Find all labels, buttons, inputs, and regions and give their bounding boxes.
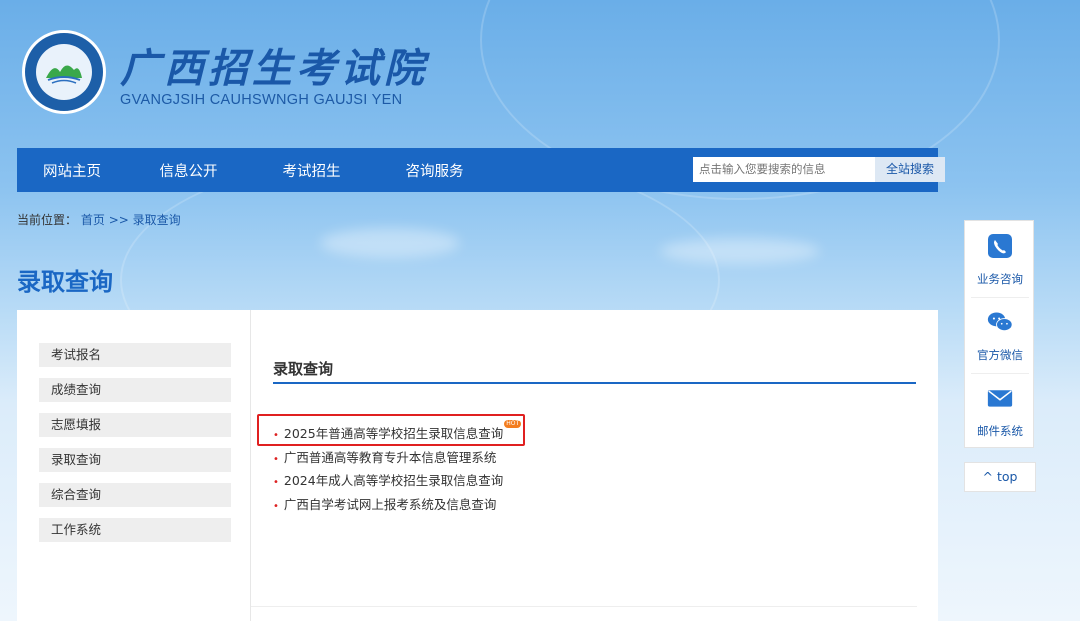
link-text[interactable]: 2025年普通高等学校招生录取信息查询 bbox=[284, 426, 503, 441]
content-title: 录取查询 bbox=[273, 360, 334, 378]
bullet-icon: • bbox=[273, 454, 279, 465]
floating-service-panel: 业务咨询 官方微信 邮件系统 bbox=[964, 220, 1034, 448]
sidebar-item-admission-query[interactable]: 录取查询 bbox=[39, 448, 231, 472]
main-navbar: 网站主页 信息公开 考试招生 咨询服务 全站搜索 bbox=[17, 148, 945, 192]
float-label: 官方微信 bbox=[977, 348, 1023, 362]
site-title: 广西招生考试院 bbox=[120, 45, 428, 92]
page-title: 录取查询 bbox=[17, 268, 113, 296]
sidebar: 考试报名 成绩查询 志愿填报 录取查询 综合查询 工作系统 bbox=[17, 310, 251, 621]
float-label: 邮件系统 bbox=[977, 424, 1023, 438]
bullet-icon: • bbox=[273, 501, 279, 512]
list-item[interactable]: • 广西自学考试网上报考系统及信息查询 bbox=[273, 494, 496, 513]
breadcrumb-separator: >> bbox=[108, 213, 129, 227]
top-label: top bbox=[996, 469, 1018, 484]
breadcrumb: 当前位置： 首页 >> 录取查询 bbox=[17, 211, 181, 228]
background-cloud bbox=[660, 238, 820, 264]
phone-icon bbox=[988, 234, 1012, 258]
bullet-icon: • bbox=[273, 477, 279, 488]
logo-emblem bbox=[36, 44, 92, 100]
nav-item-exam-admission[interactable]: 考试招生 bbox=[250, 160, 373, 181]
float-label: 业务咨询 bbox=[977, 272, 1023, 286]
background-cloud bbox=[320, 228, 460, 258]
float-item-consulting[interactable]: 业务咨询 bbox=[965, 221, 1035, 297]
link-text[interactable]: 广西自学考试网上报考系统及信息查询 bbox=[284, 497, 497, 512]
breadcrumb-home-link[interactable]: 首页 bbox=[81, 213, 105, 227]
sidebar-item-work-system[interactable]: 工作系统 bbox=[39, 518, 231, 542]
mail-icon bbox=[987, 390, 1013, 407]
float-item-mail[interactable]: 邮件系统 bbox=[965, 373, 1035, 449]
bullet-icon: • bbox=[273, 430, 279, 441]
wechat-icon bbox=[987, 312, 1013, 332]
site-logo[interactable] bbox=[22, 30, 106, 114]
content-bottom-divider bbox=[251, 606, 917, 607]
link-text[interactable]: 广西普通高等教育专升本信息管理系统 bbox=[284, 450, 497, 465]
list-item[interactable]: • 2025年普通高等学校招生录取信息查询HOT bbox=[273, 420, 522, 442]
float-item-wechat[interactable]: 官方微信 bbox=[965, 297, 1035, 373]
breadcrumb-current[interactable]: 录取查询 bbox=[133, 213, 181, 227]
main-panel: 考试报名 成绩查询 志愿填报 录取查询 综合查询 工作系统 录取查询 • 2025… bbox=[17, 310, 938, 621]
search-input[interactable] bbox=[693, 157, 875, 182]
site-subtitle: GVANGJSIH CAUHSWNGH GAUJSI YEN bbox=[120, 92, 403, 108]
nav-item-home[interactable]: 网站主页 bbox=[17, 160, 127, 181]
hot-badge: HOT bbox=[504, 420, 522, 428]
sidebar-item-application[interactable]: 志愿填报 bbox=[39, 413, 231, 437]
list-item[interactable]: • 广西普通高等教育专升本信息管理系统 bbox=[273, 447, 496, 466]
list-item[interactable]: • 2024年成人高等学校招生录取信息查询 bbox=[273, 470, 503, 489]
nav-item-consulting[interactable]: 咨询服务 bbox=[373, 160, 496, 181]
sidebar-item-score-query[interactable]: 成绩查询 bbox=[39, 378, 231, 402]
back-to-top-button[interactable]: ^ top bbox=[964, 462, 1036, 492]
sidebar-item-exam-registration[interactable]: 考试报名 bbox=[39, 343, 231, 367]
mountain-icon bbox=[46, 65, 82, 84]
breadcrumb-prefix: 当前位置： bbox=[17, 213, 78, 227]
link-text[interactable]: 2024年成人高等学校招生录取信息查询 bbox=[284, 473, 503, 488]
chevron-up-icon: ^ bbox=[982, 469, 993, 484]
sidebar-item-general-query[interactable]: 综合查询 bbox=[39, 483, 231, 507]
nav-item-info-disclosure[interactable]: 信息公开 bbox=[127, 160, 250, 181]
content-title-underline bbox=[273, 382, 916, 384]
search-button[interactable]: 全站搜索 bbox=[875, 157, 945, 182]
